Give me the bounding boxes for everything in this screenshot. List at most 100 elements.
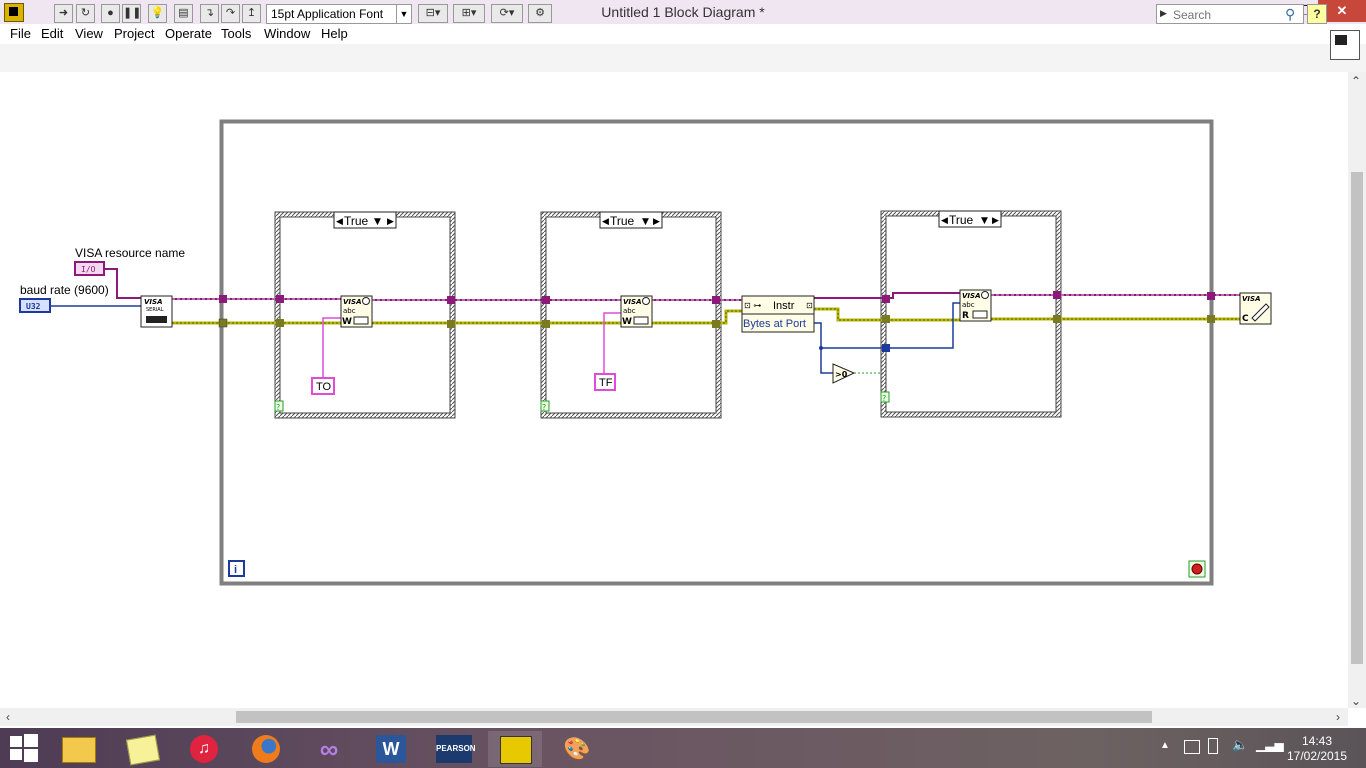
- menu-tools[interactable]: Tools: [221, 26, 251, 41]
- scroll-down-icon[interactable]: ⌄: [1351, 694, 1361, 708]
- vi-icon[interactable]: [1330, 30, 1360, 60]
- svg-text:▶: ▶: [387, 217, 394, 227]
- svg-text:U32: U32: [26, 302, 41, 311]
- svg-text:i: i: [234, 564, 237, 576]
- svg-text:?: ?: [276, 403, 280, 412]
- abort-icon[interactable]: ●: [101, 4, 120, 23]
- block-diagram-canvas[interactable]: ◀ True ▼ ▶ ◀ True ▼ ▶ ◀ True ▼ ▶ ? ? ? I…: [0, 72, 1348, 708]
- case-selector-3-label: True: [949, 213, 974, 227]
- visa-configure-serial-node[interactable]: VISA SERIAL: [140, 295, 173, 328]
- visa-resource-name-label: VISA resource name: [75, 246, 186, 260]
- svg-text:I/O: I/O: [81, 265, 96, 274]
- scroll-up-icon[interactable]: ⌃: [1351, 74, 1361, 88]
- visa-close-node[interactable]: VISA C: [1239, 292, 1272, 325]
- greater-than-zero-node[interactable]: >0: [832, 363, 856, 384]
- svg-text:W: W: [342, 317, 352, 327]
- baud-rate-terminal[interactable]: U32: [19, 298, 51, 313]
- vertical-scroll-thumb[interactable]: [1351, 172, 1363, 664]
- svg-text:R: R: [962, 311, 969, 321]
- svg-text:⊡: ⊡: [806, 301, 813, 310]
- case-selector-3[interactable]: ◀ True ▼ ▶: [938, 210, 1002, 228]
- svg-text:SERIAL: SERIAL: [146, 307, 164, 313]
- menu-view[interactable]: View: [75, 26, 103, 41]
- case-selector-2[interactable]: ◀ True ▼ ▶: [599, 211, 663, 229]
- taskbar-word[interactable]: W: [364, 731, 418, 767]
- case-selector-2-label: True: [610, 214, 635, 228]
- menu-project[interactable]: Project: [114, 26, 154, 41]
- svg-text:W: W: [622, 317, 632, 327]
- svg-text:C: C: [1242, 314, 1249, 324]
- string-constant-tf[interactable]: TF: [594, 373, 616, 391]
- block-diagram: ◀ True ▼ ▶ ◀ True ▼ ▶ ◀ True ▼ ▶ ? ? ? I…: [19, 119, 1272, 586]
- svg-text:◀: ◀: [336, 217, 343, 227]
- step-out-icon[interactable]: ↥: [242, 4, 261, 23]
- visa-write-node-2[interactable]: VISA abc W: [620, 295, 653, 328]
- step-into-icon[interactable]: ↴: [200, 4, 219, 23]
- property-node[interactable]: ⊡ ⊶ Instr ⊡ Bytes at Port: [741, 295, 815, 333]
- svg-text:▶: ▶: [992, 216, 999, 226]
- network-signal-icon[interactable]: ▁▃▅: [1256, 738, 1284, 752]
- distribute-objects-icon[interactable]: ⊞▾: [453, 4, 485, 23]
- property-node-class: Instr: [773, 300, 795, 312]
- visa-write-node-1[interactable]: VISA abc W: [340, 295, 373, 328]
- menu-operate[interactable]: Operate: [165, 26, 212, 41]
- horizontal-scroll-thumb[interactable]: [236, 711, 1152, 723]
- taskbar-firefox[interactable]: [240, 731, 294, 767]
- font-select[interactable]: 15pt Application Font ▼: [266, 4, 412, 24]
- svg-text:TO: TO: [316, 381, 332, 393]
- search-icon[interactable]: ⚲: [1285, 6, 1295, 23]
- menu-edit[interactable]: Edit: [41, 26, 63, 41]
- highlight-execution-icon[interactable]: 💡: [148, 4, 167, 23]
- search-box[interactable]: ▶ ⚲: [1156, 4, 1304, 24]
- windows-start-icon[interactable]: [10, 734, 38, 762]
- context-help-button[interactable]: ?: [1307, 4, 1327, 24]
- search-expand-icon[interactable]: ▶: [1160, 8, 1167, 19]
- run-continuously-icon[interactable]: ↻: [76, 4, 95, 23]
- svg-text:▼: ▼: [981, 216, 988, 226]
- taskbar-file-explorer[interactable]: [52, 731, 106, 767]
- retain-wire-values-icon[interactable]: ▤: [174, 4, 193, 23]
- volume-icon[interactable]: 🔈: [1232, 737, 1248, 753]
- clean-up-diagram-icon[interactable]: ⚙: [528, 4, 552, 23]
- show-hidden-icons-icon[interactable]: ▲: [1160, 740, 1170, 751]
- toolbar: [0, 44, 1366, 73]
- taskbar-pearson-longman[interactable]: PEARSON: [426, 731, 480, 767]
- svg-text:TF: TF: [599, 377, 613, 389]
- visa-resource-terminal[interactable]: I/O: [74, 261, 105, 276]
- baud-rate-label: baud rate (9600): [20, 283, 109, 297]
- taskbar-paint[interactable]: 🎨: [550, 731, 604, 767]
- property-bytes-at-port[interactable]: Bytes at Port: [743, 318, 806, 330]
- menu-window[interactable]: Window: [264, 26, 310, 41]
- case-selector-1[interactable]: ◀ True ▼ ▶: [333, 211, 397, 229]
- taskbar-time: 14:43: [1301, 734, 1333, 748]
- svg-text:VISA: VISA: [1242, 295, 1260, 303]
- taskbar-itunes[interactable]: ♫: [178, 731, 232, 767]
- run-arrow-icon[interactable]: ➜: [54, 4, 73, 23]
- loop-stop-terminal[interactable]: [1188, 560, 1206, 578]
- svg-text:abc: abc: [623, 307, 636, 315]
- taskbar-visual-studio[interactable]: ∞: [302, 731, 356, 767]
- scroll-right-icon[interactable]: ›: [1336, 710, 1340, 724]
- search-input[interactable]: [1171, 6, 1285, 24]
- taskbar-labview[interactable]: [488, 731, 542, 767]
- taskbar-date: 17/02/2015: [1286, 749, 1348, 763]
- menu-help[interactable]: Help: [321, 26, 348, 41]
- pause-icon[interactable]: ❚❚: [122, 4, 141, 23]
- taskbar-sticky-notes[interactable]: [116, 731, 170, 767]
- string-constant-to[interactable]: TO: [311, 377, 335, 395]
- menu-file[interactable]: File: [10, 26, 31, 41]
- svg-text:?: ?: [542, 403, 546, 412]
- visa-read-node[interactable]: VISA abc R: [959, 289, 992, 322]
- step-over-icon[interactable]: ↷: [221, 4, 240, 23]
- battery-icon[interactable]: [1208, 738, 1218, 754]
- scroll-left-icon[interactable]: ‹: [6, 710, 10, 724]
- align-objects-icon[interactable]: ⊟▾: [418, 4, 448, 23]
- taskbar-clock[interactable]: 14:43 17/02/2015: [1282, 734, 1352, 764]
- reorder-icon[interactable]: ⟳▾: [491, 4, 523, 23]
- action-center-icon[interactable]: [1184, 740, 1200, 754]
- svg-text:▶: ▶: [653, 217, 660, 227]
- svg-text:⊡ ⊶: ⊡ ⊶: [744, 301, 761, 310]
- svg-text:abc: abc: [343, 307, 356, 315]
- loop-iteration-terminal[interactable]: i: [228, 560, 245, 577]
- chevron-down-icon: ▼: [396, 5, 411, 23]
